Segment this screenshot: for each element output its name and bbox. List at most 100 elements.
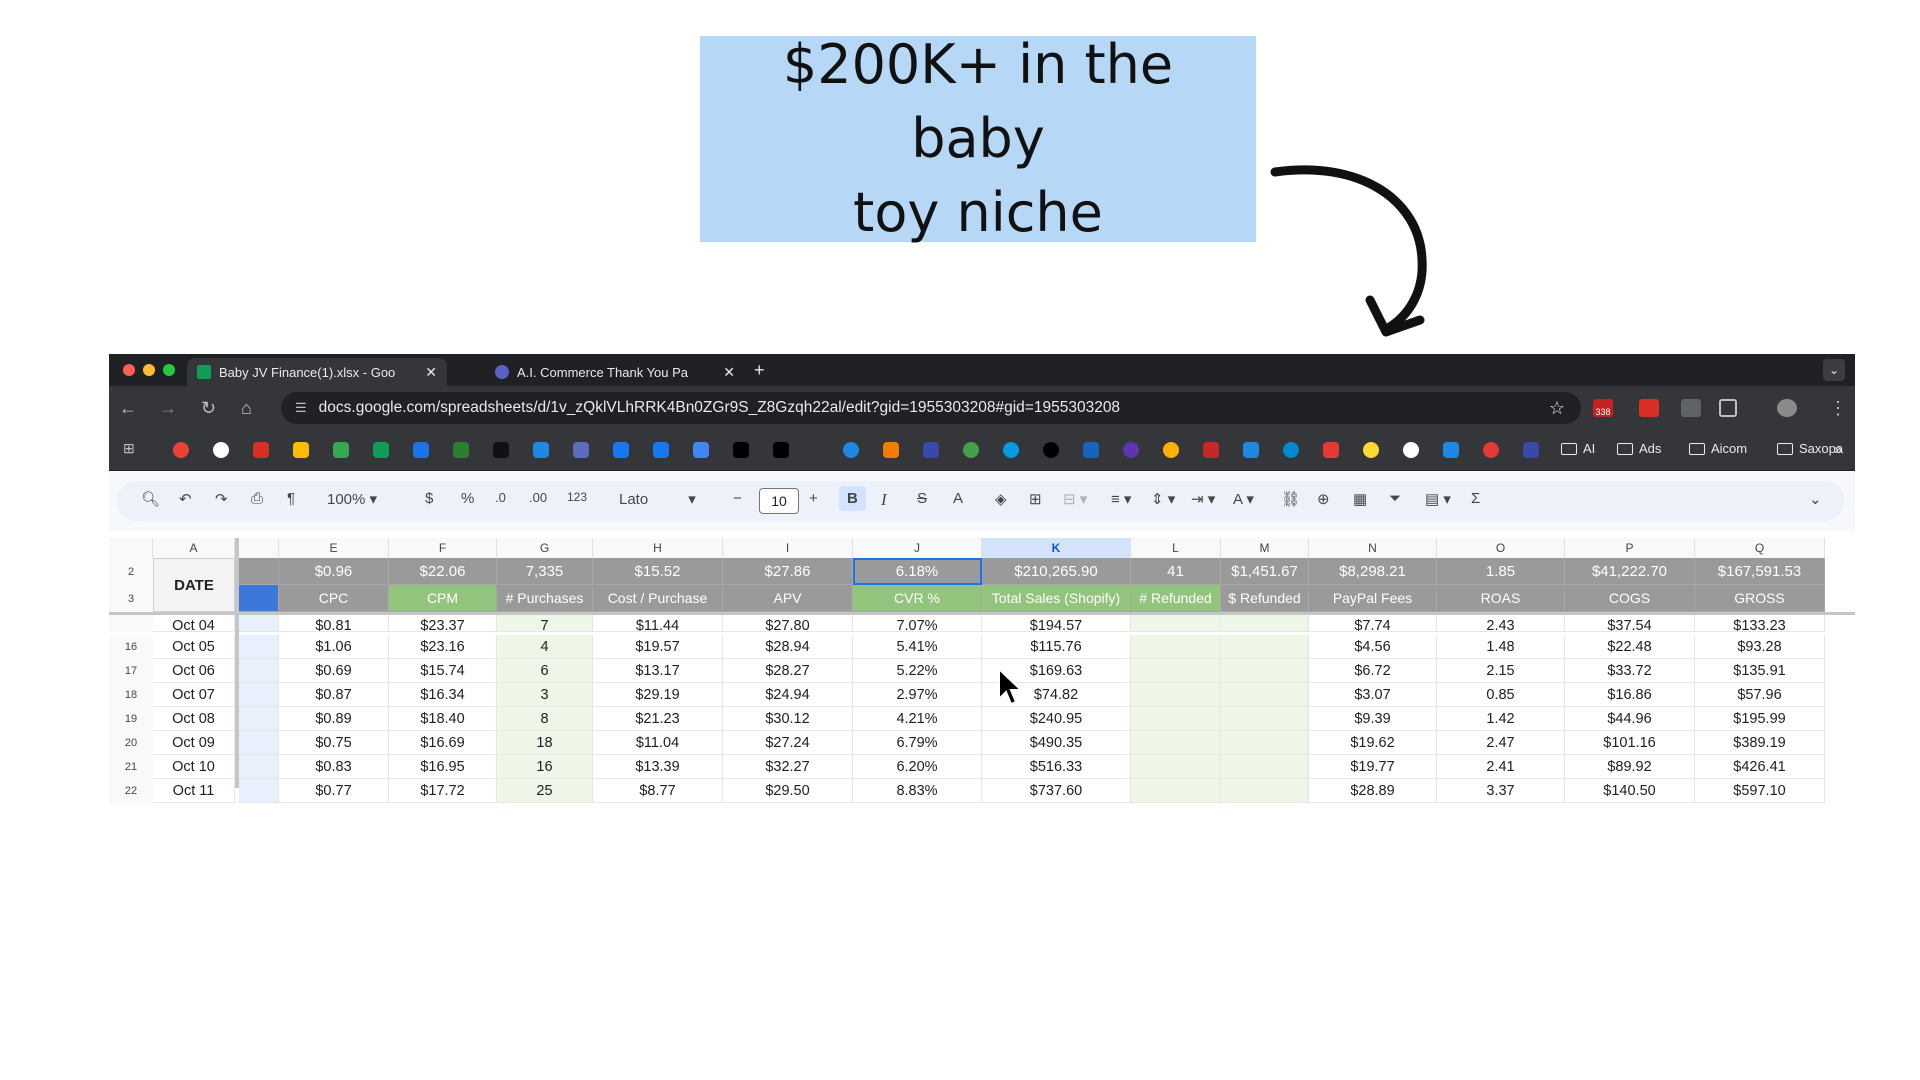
bookmark-blue-icon[interactable] (843, 442, 859, 458)
apps-grid-icon[interactable]: ⊞ (123, 440, 139, 456)
column-label-cell[interactable]: Cost / Purchase (593, 585, 723, 612)
data-cell[interactable]: $101.16 (1565, 731, 1695, 755)
bookmark-purple-icon[interactable] (1123, 442, 1139, 458)
data-cell[interactable]: $597.10 (1695, 779, 1825, 803)
data-cell[interactable] (1131, 683, 1221, 707)
data-cell[interactable]: $29.19 (593, 683, 723, 707)
bookmark-analytics-icon[interactable] (883, 442, 899, 458)
data-cell[interactable]: 5.22% (853, 659, 982, 683)
bookmark-green-icon[interactable] (963, 442, 979, 458)
strikethrough-button[interactable]: S (917, 490, 927, 507)
frozen-row-divider[interactable] (109, 612, 1855, 615)
fill-color-icon[interactable]: ◈ (995, 490, 1007, 508)
summary-cell[interactable]: $167,591.53 (1695, 558, 1825, 585)
bookmark-globe-icon[interactable] (1003, 442, 1019, 458)
date-cell[interactable]: Oct 06 (153, 659, 235, 683)
data-cell[interactable]: 0.85 (1437, 683, 1565, 707)
data-cell[interactable]: $0.83 (279, 755, 389, 779)
tab-search-button[interactable]: ⌄ (1823, 359, 1845, 381)
column-label-cell[interactable]: APV (723, 585, 853, 612)
increase-decimal-button[interactable]: .00 (529, 490, 547, 505)
bookmark-screen-icon[interactable] (1443, 442, 1459, 458)
column-label-cell[interactable]: Total Sales (Shopify) (982, 585, 1131, 612)
increase-font-size-icon[interactable]: + (809, 490, 818, 507)
bookmark-ups-icon[interactable] (1043, 442, 1059, 458)
insert-link-icon[interactable]: ⛓ (1281, 490, 1300, 508)
data-cell[interactable] (1221, 683, 1309, 707)
data-cell[interactable]: $15.74 (389, 659, 497, 683)
bookmark-moon-icon[interactable] (1163, 442, 1179, 458)
data-cell[interactable] (1221, 707, 1309, 731)
back-icon[interactable]: ← (119, 398, 137, 419)
data-cell[interactable]: 8.83% (853, 779, 982, 803)
maximize-window-button[interactable] (163, 364, 175, 376)
data-cell[interactable]: $57.96 (1695, 683, 1825, 707)
data-cell[interactable]: $23.16 (389, 635, 497, 659)
data-cell[interactable]: $0.77 (279, 779, 389, 803)
data-cell[interactable] (1131, 755, 1221, 779)
number-format-button[interactable]: 123 (567, 490, 587, 504)
row-number-3[interactable]: 3 (109, 585, 153, 612)
data-cell[interactable]: 7 (497, 615, 593, 632)
bookmark-photos-icon[interactable] (293, 442, 309, 458)
data-cell[interactable]: 1.42 (1437, 707, 1565, 731)
functions-button[interactable]: Σ (1471, 490, 1480, 507)
column-header-i[interactable]: I (723, 538, 853, 558)
minimize-window-button[interactable] (143, 364, 155, 376)
url-input[interactable]: ☰ docs.google.com/spreadsheets/d/1v_zQkl… (281, 392, 1581, 424)
data-cell[interactable]: $195.99 (1695, 707, 1825, 731)
data-cell[interactable] (1221, 755, 1309, 779)
data-cell[interactable]: $11.44 (593, 615, 723, 632)
summary-cell[interactable]: 41 (1131, 558, 1221, 585)
row-number[interactable]: 21 (109, 755, 153, 779)
redo-icon[interactable]: ↷ (215, 490, 228, 508)
bookmark-coin-icon[interactable] (1363, 442, 1379, 458)
date-cell[interactable]: Oct 05 (153, 635, 235, 659)
data-cell[interactable]: $0.87 (279, 683, 389, 707)
bookmark-folder-aicom[interactable]: Aicom (1689, 441, 1747, 456)
bookmark-wave-icon[interactable] (1243, 442, 1259, 458)
bookmark-gmail-icon[interactable] (253, 442, 269, 458)
data-cell[interactable]: 7.07% (853, 615, 982, 632)
insert-comment-icon[interactable]: ⊕ (1317, 490, 1330, 508)
data-cell[interactable] (239, 615, 279, 632)
data-cell[interactable]: $27.80 (723, 615, 853, 632)
column-label-cell[interactable] (239, 585, 279, 612)
forward-icon[interactable]: → (159, 398, 177, 419)
data-cell[interactable]: $140.50 (1565, 779, 1695, 803)
data-cell[interactable]: $115.76 (982, 635, 1131, 659)
data-cell[interactable]: 3 (497, 683, 593, 707)
data-cell[interactable] (1131, 635, 1221, 659)
data-cell[interactable]: $16.69 (389, 731, 497, 755)
tab-baby-jv-finance[interactable]: Baby JV Finance(1).xlsx - Goo ✕ (187, 358, 447, 386)
browser-menu-icon[interactable]: ⋮ (1829, 398, 1847, 419)
bookmark-circle-icon[interactable] (1283, 442, 1299, 458)
column-header-k[interactable]: K (982, 538, 1131, 558)
bookmark-pen-icon[interactable] (493, 442, 509, 458)
data-cell[interactable]: $23.37 (389, 615, 497, 632)
bookmark-ads-icon[interactable] (693, 442, 709, 458)
data-cell[interactable]: $490.35 (982, 731, 1131, 755)
data-cell[interactable]: $16.34 (389, 683, 497, 707)
date-cell[interactable]: Oct 08 (153, 707, 235, 731)
text-wrapping-icon[interactable]: ⇥ ▾ (1191, 490, 1215, 508)
data-cell[interactable]: 6.79% (853, 731, 982, 755)
data-cell[interactable]: $0.89 (279, 707, 389, 731)
data-cell[interactable]: $0.75 (279, 731, 389, 755)
data-cell[interactable]: $27.24 (723, 731, 853, 755)
home-icon[interactable]: ⌂ (241, 398, 252, 419)
data-cell[interactable]: $135.91 (1695, 659, 1825, 683)
data-cell[interactable]: $389.19 (1695, 731, 1825, 755)
paint-format-icon[interactable]: ¶ (287, 490, 295, 507)
undo-icon[interactable]: ↶ (179, 490, 192, 508)
profile-avatar[interactable] (1777, 399, 1797, 417)
summary-cell[interactable]: 6.18% (853, 558, 982, 585)
bookmark-x-icon[interactable] (773, 442, 789, 458)
column-header-m[interactable]: M (1221, 538, 1309, 558)
data-cell[interactable]: 4 (497, 635, 593, 659)
data-cell[interactable]: $3.07 (1309, 683, 1437, 707)
bookmark-google-icon[interactable] (213, 442, 229, 458)
summary-cell[interactable]: $1,451.67 (1221, 558, 1309, 585)
column-header-o[interactable]: O (1437, 538, 1565, 558)
summary-cell[interactable]: $0.96 (279, 558, 389, 585)
